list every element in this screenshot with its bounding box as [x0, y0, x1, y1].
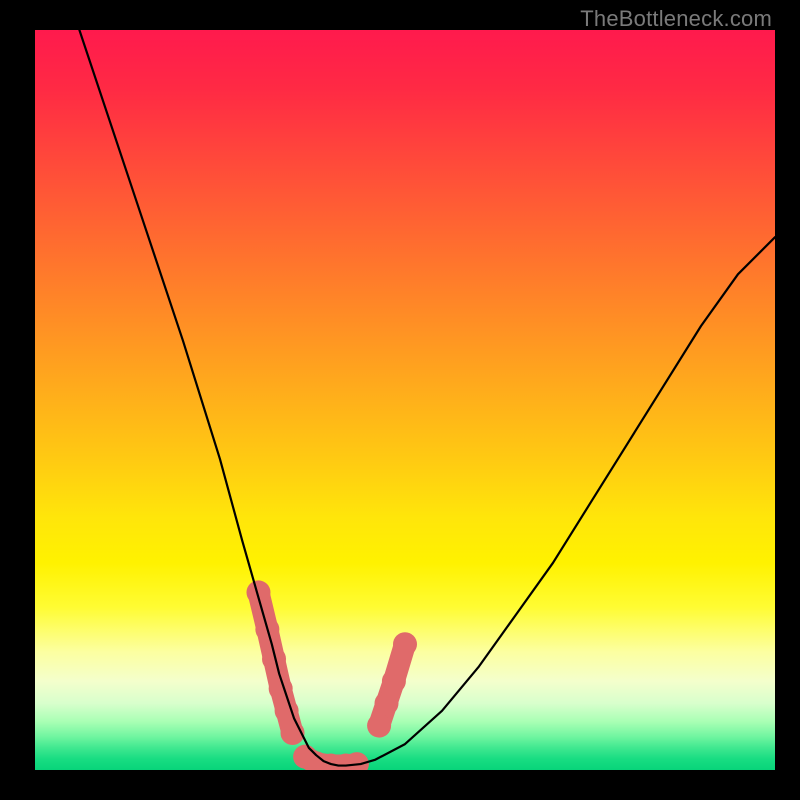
bottleneck-curve [79, 30, 775, 766]
highlight-right-slope-dot [367, 714, 391, 738]
chart-frame: TheBottleneck.com [0, 0, 800, 800]
marker-layer [246, 580, 417, 770]
highlight-right-slope-dot [375, 691, 399, 715]
watermark-label: TheBottleneck.com [580, 6, 772, 32]
highlight-right-slope-dot [393, 632, 417, 656]
plot-area [35, 30, 775, 770]
chart-svg [35, 30, 775, 770]
highlight-right-slope-dot [382, 669, 406, 693]
